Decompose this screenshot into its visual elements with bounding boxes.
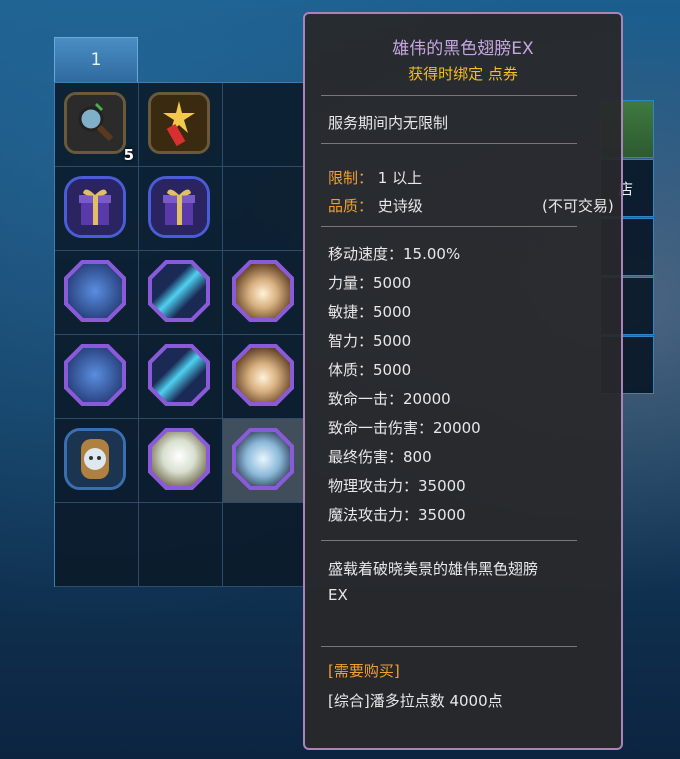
- item-tooltip: 雄伟的黑色翅膀EX 获得时绑定 点券 服务期间内无限制 限制： 1 以上 品质：…: [303, 12, 623, 750]
- inventory-slot[interactable]: [55, 419, 139, 503]
- gift-box-icon[interactable]: [64, 176, 126, 238]
- purchase-header: [需要购买]: [328, 662, 400, 680]
- purchase-detail: [综合]潘多拉点数 4000点: [328, 692, 503, 710]
- limit-row: 限制： 1 以上: [328, 167, 422, 188]
- inventory-slot[interactable]: [139, 251, 223, 335]
- inventory-slot[interactable]: [223, 503, 307, 587]
- inventory-slot[interactable]: [139, 419, 223, 503]
- item-quantity: 5: [123, 146, 134, 164]
- inventory-grid: 5: [54, 82, 307, 587]
- blue-wing-icon[interactable]: [64, 344, 126, 406]
- inventory-tab-1[interactable]: 1: [54, 37, 138, 83]
- lotus-icon[interactable]: [232, 344, 294, 406]
- inventory-slot[interactable]: [55, 503, 139, 587]
- quality-value: 史诗级: [377, 197, 423, 215]
- inventory-slot[interactable]: [223, 335, 307, 419]
- blue-potion-icon[interactable]: [148, 260, 210, 322]
- duration-text: 服务期间内无限制: [328, 114, 449, 132]
- stat-line: 移动速度：15.00%: [328, 245, 461, 263]
- stat-line: 体质：5000: [328, 361, 412, 379]
- inventory-slot[interactable]: [55, 167, 139, 251]
- inventory-slot[interactable]: [139, 167, 223, 251]
- divider: [321, 540, 577, 541]
- magnifier-icon[interactable]: [64, 92, 126, 154]
- limit-value: 1 以上: [377, 169, 423, 187]
- description-line: EX: [328, 586, 348, 604]
- inventory-slot[interactable]: [55, 251, 139, 335]
- lotus-icon[interactable]: [232, 260, 294, 322]
- trade-status: (不可交易): [542, 197, 614, 215]
- stat-line: 致命一击伤害：20000: [328, 419, 481, 437]
- description-line: 盛载着破晓美景的雄伟黑色翅膀: [328, 560, 539, 578]
- stat-line: 智力：5000: [328, 332, 412, 350]
- inventory-slot[interactable]: [139, 335, 223, 419]
- divider: [321, 226, 577, 227]
- stat-line: 力量：5000: [328, 274, 412, 292]
- quality-label: 品质：: [328, 197, 374, 215]
- blue-potion-icon[interactable]: [148, 344, 210, 406]
- stat-line: 致命一击：20000: [328, 390, 451, 408]
- stat-line: 魔法攻击力：35000: [328, 506, 466, 524]
- crystal-wing-icon[interactable]: [232, 428, 294, 490]
- bind-info: 获得时绑定 点券: [408, 65, 518, 83]
- inventory-slot[interactable]: [139, 83, 223, 167]
- inventory-slot[interactable]: [223, 83, 307, 167]
- stat-line: 物理攻击力：35000: [328, 477, 466, 495]
- quality-row: 品质： 史诗级 (不可交易): [328, 195, 614, 216]
- stat-line: 最终伤害：800: [328, 448, 432, 466]
- divider: [321, 646, 577, 647]
- inventory-slot[interactable]: [139, 503, 223, 587]
- inventory-slot[interactable]: 5: [55, 83, 139, 167]
- gift-box-icon[interactable]: [148, 176, 210, 238]
- inventory-slot[interactable]: [223, 251, 307, 335]
- white-wing-icon[interactable]: [148, 428, 210, 490]
- inventory-slot-selected[interactable]: [223, 419, 307, 503]
- item-name: 雄伟的黑色翅膀EX: [392, 39, 534, 59]
- divider: [321, 143, 577, 144]
- limit-label: 限制：: [328, 169, 374, 187]
- firework-icon[interactable]: [148, 92, 210, 154]
- blue-wing-icon[interactable]: [64, 260, 126, 322]
- stat-line: 敏捷：5000: [328, 303, 412, 321]
- inventory-slot[interactable]: [55, 335, 139, 419]
- pet-capsule-icon[interactable]: [64, 428, 126, 490]
- inventory-slot[interactable]: [223, 167, 307, 251]
- divider: [321, 95, 577, 96]
